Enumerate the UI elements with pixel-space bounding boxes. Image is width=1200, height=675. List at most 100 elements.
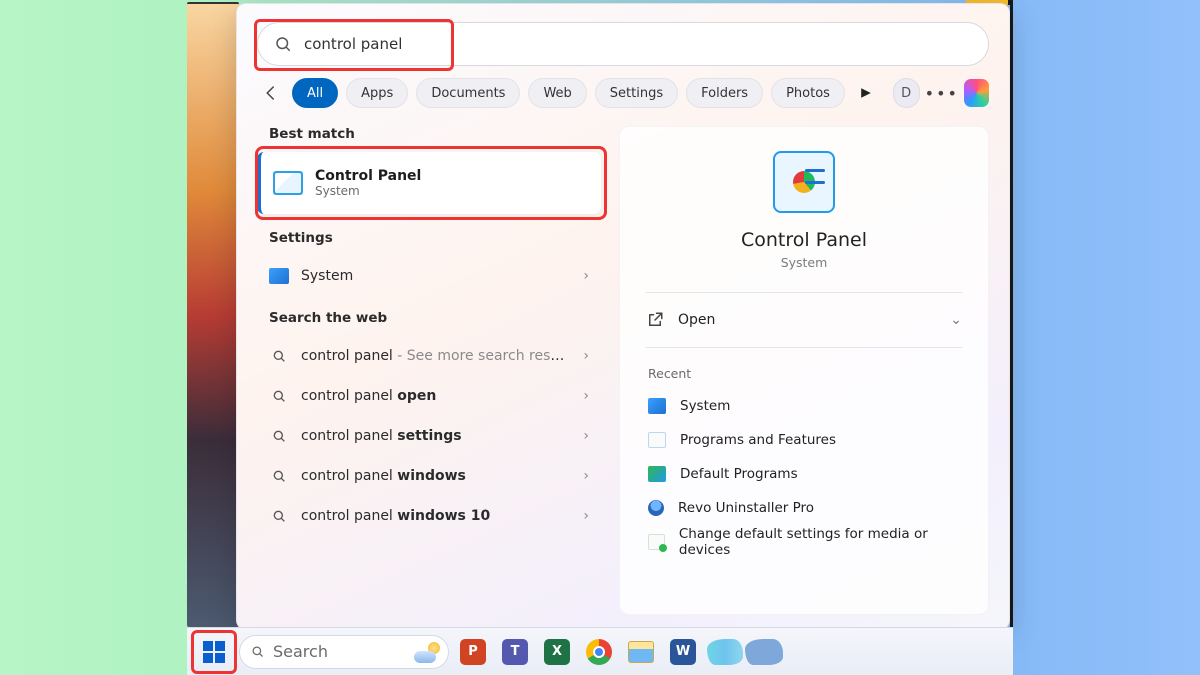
chevron-right-icon: › xyxy=(583,388,589,404)
control-panel-large-icon xyxy=(773,151,835,213)
system-icon xyxy=(269,268,289,284)
web-result-text: control panel windows 10 xyxy=(301,508,571,524)
separator xyxy=(646,347,962,348)
recent-item-label: Default Programs xyxy=(680,466,798,482)
start-search-panel: All Apps Documents Web Settings Folders … xyxy=(236,3,1010,630)
annotation-highlight xyxy=(255,146,607,220)
open-action[interactable]: Open ⌄ xyxy=(646,293,962,347)
taskbar-search-placeholder: Search xyxy=(273,642,328,661)
excel-icon: X xyxy=(544,639,570,665)
recent-item[interactable]: System xyxy=(646,389,962,423)
overflow-menu[interactable]: ••• xyxy=(928,79,956,107)
taskbar-app-chrome[interactable] xyxy=(581,635,617,669)
search-icon xyxy=(269,506,289,526)
web-result-text: control panel - See more search results xyxy=(301,348,571,364)
filter-tabs: All Apps Documents Web Settings Folders … xyxy=(257,78,989,108)
taskbar-search[interactable]: Search xyxy=(239,635,449,669)
results-list: Best match Control Panel System Settings… xyxy=(257,126,601,615)
powerpoint-icon: P xyxy=(460,639,486,665)
web-result[interactable]: control panel settings › xyxy=(257,416,601,456)
back-button[interactable] xyxy=(257,78,284,108)
search-input[interactable] xyxy=(304,35,732,53)
chevron-right-icon: › xyxy=(583,468,589,484)
settings-result-label: System xyxy=(301,268,571,284)
recent-item-label: System xyxy=(680,398,730,414)
taskbar-app-powerpoint[interactable]: P xyxy=(455,635,491,669)
weather-icon xyxy=(414,641,442,663)
default-programs-icon xyxy=(648,466,666,482)
taskbar-app-redacted[interactable] xyxy=(749,635,785,669)
redaction-scribble xyxy=(707,639,743,665)
search-icon xyxy=(269,386,289,406)
search-input-container[interactable] xyxy=(257,22,989,66)
best-match-title: Control Panel xyxy=(315,168,421,184)
web-result[interactable]: control panel windows 10 › xyxy=(257,496,601,536)
desktop-wallpaper-strip xyxy=(187,2,239,627)
chevron-right-icon: › xyxy=(583,428,589,444)
web-result-text: control panel windows xyxy=(301,468,571,484)
search-icon xyxy=(269,426,289,446)
start-button[interactable] xyxy=(195,635,233,669)
media-defaults-icon xyxy=(648,534,665,550)
file-explorer-icon xyxy=(628,641,654,663)
taskbar-app-redacted[interactable] xyxy=(707,635,743,669)
window-edge xyxy=(1010,0,1013,627)
web-result-text: control panel open xyxy=(301,388,571,404)
taskbar-app-excel[interactable]: X xyxy=(539,635,575,669)
word-icon: W xyxy=(670,639,696,665)
filter-folders[interactable]: Folders xyxy=(686,78,763,108)
web-result[interactable]: control panel open › xyxy=(257,376,601,416)
preview-title: Control Panel xyxy=(646,229,962,251)
web-result[interactable]: control panel - See more search results … xyxy=(257,336,601,376)
preview-subtitle: System xyxy=(646,255,962,270)
open-icon xyxy=(646,311,664,329)
chevron-right-icon: › xyxy=(583,348,589,364)
recent-item[interactable]: Programs and Features xyxy=(646,423,962,457)
preview-pane: Control Panel System Open ⌄ Recent Syste… xyxy=(619,126,989,615)
settings-result-system[interactable]: System › xyxy=(257,256,601,296)
chrome-icon xyxy=(586,639,612,665)
taskbar-app-explorer[interactable] xyxy=(623,635,659,669)
search-icon xyxy=(250,644,265,659)
search-web-heading: Search the web xyxy=(269,310,601,326)
taskbar-app-word[interactable]: W xyxy=(665,635,701,669)
taskbar: Search P T X W xyxy=(187,627,1013,675)
recent-item[interactable]: Change default settings for media or dev… xyxy=(646,525,962,559)
recent-item-label: Programs and Features xyxy=(680,432,836,448)
best-match-heading: Best match xyxy=(269,126,601,142)
best-match-subtitle: System xyxy=(315,184,421,198)
filter-documents[interactable]: Documents xyxy=(416,78,520,108)
recent-item[interactable]: Default Programs xyxy=(646,457,962,491)
search-icon xyxy=(269,346,289,366)
programs-icon xyxy=(648,432,666,448)
web-result-text: control panel settings xyxy=(301,428,571,444)
revo-icon xyxy=(648,500,664,516)
settings-heading: Settings xyxy=(269,230,601,246)
filter-more-button[interactable] xyxy=(855,87,877,99)
copilot-icon[interactable] xyxy=(964,79,989,107)
filter-settings[interactable]: Settings xyxy=(595,78,678,108)
web-result[interactable]: control panel windows › xyxy=(257,456,601,496)
best-match-result[interactable]: Control Panel System xyxy=(257,152,601,214)
search-icon xyxy=(274,35,292,53)
recent-item-label: Change default settings for media or dev… xyxy=(679,526,962,558)
search-icon xyxy=(269,466,289,486)
open-label: Open xyxy=(678,312,715,328)
redaction-scribble xyxy=(745,639,783,665)
windows-logo-icon xyxy=(203,641,225,663)
control-panel-icon xyxy=(273,171,303,195)
system-icon xyxy=(648,398,666,414)
filter-web[interactable]: Web xyxy=(528,78,586,108)
recent-heading: Recent xyxy=(648,366,962,381)
user-avatar[interactable]: D xyxy=(893,78,920,108)
chevron-down-icon[interactable]: ⌄ xyxy=(950,312,962,328)
teams-icon: T xyxy=(502,639,528,665)
filter-photos[interactable]: Photos xyxy=(771,78,845,108)
filter-apps[interactable]: Apps xyxy=(346,78,408,108)
recent-item[interactable]: Revo Uninstaller Pro xyxy=(646,491,962,525)
chevron-right-icon: › xyxy=(583,508,589,524)
filter-all[interactable]: All xyxy=(292,78,338,108)
chevron-right-icon: › xyxy=(583,268,589,284)
recent-item-label: Revo Uninstaller Pro xyxy=(678,500,814,516)
taskbar-app-teams[interactable]: T xyxy=(497,635,533,669)
